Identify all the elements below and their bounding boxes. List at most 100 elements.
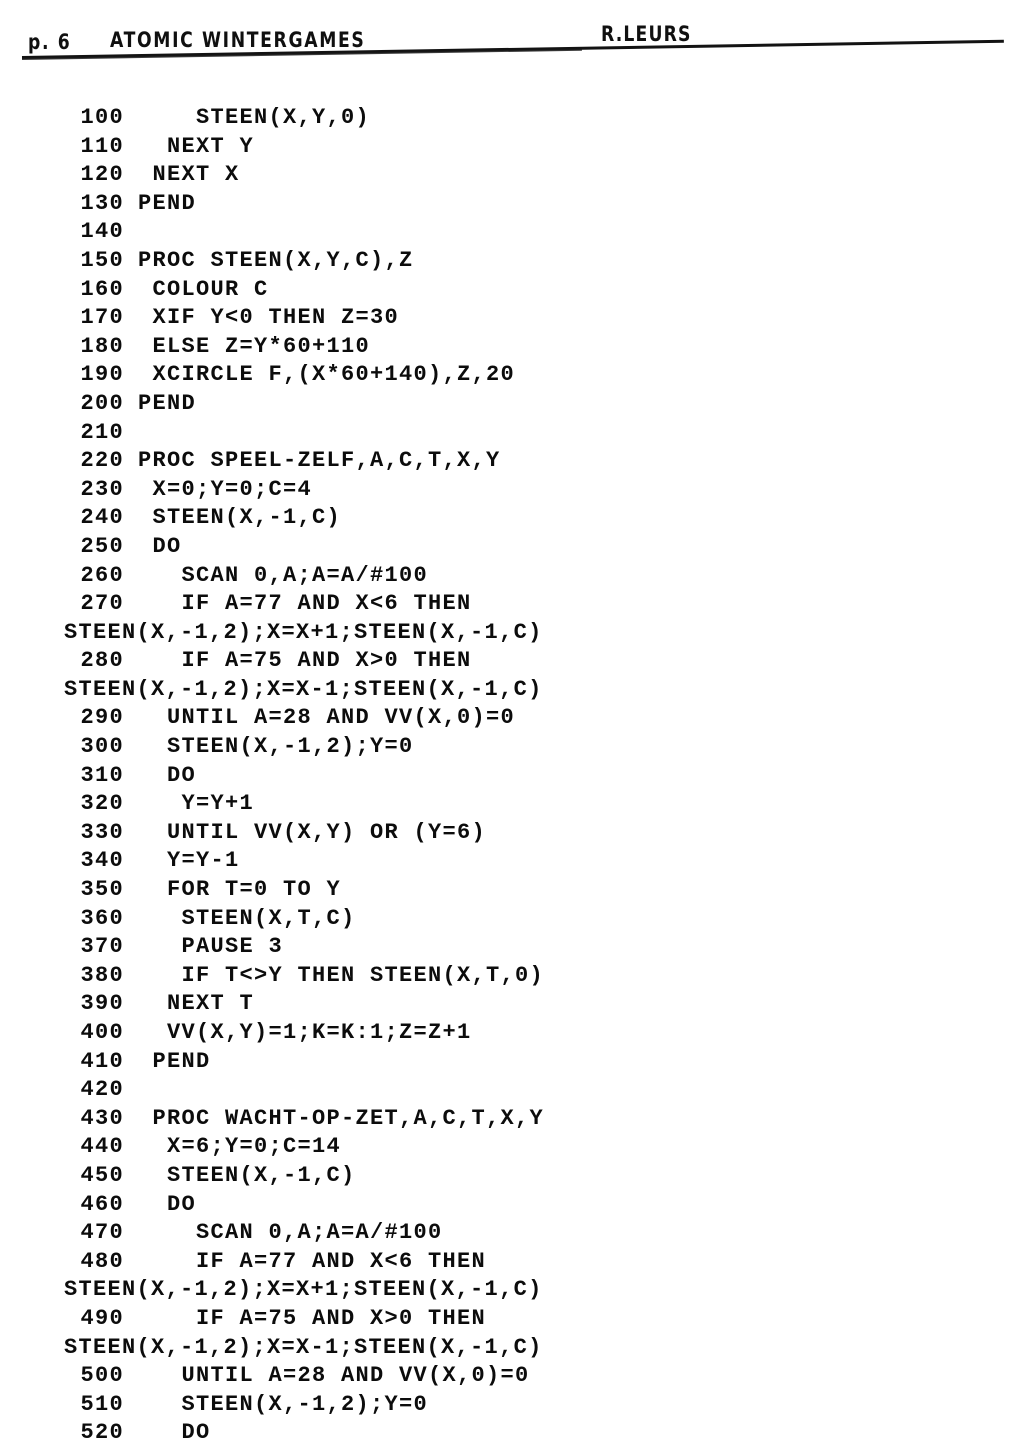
- code-line-number: 510: [80, 1391, 124, 1417]
- author-label: R.LEURS: [601, 22, 692, 46]
- code-line-text: DO: [138, 762, 197, 788]
- code-line: 100 STEEN(X,Y,0): [0, 104, 1020, 133]
- code-line-number: 160: [80, 276, 124, 302]
- code-line-text: UNTIL A=28 AND VV(X,0)=0: [138, 705, 516, 731]
- code-line-continuation: STEEN(X,-1,2);X=X-1;STEEN(X,-1,C): [0, 676, 1020, 705]
- code-line-text: VV(X,Y)=1;K=K:1;Z=Z+1: [138, 1020, 472, 1045]
- code-line-number: 340: [80, 848, 124, 874]
- code-line-number: 460: [80, 1191, 124, 1217]
- code-line-text: XIF Y<0 THEN Z=30: [138, 305, 400, 331]
- code-line: 250 DO: [0, 533, 1020, 562]
- code-line: 190 XCIRCLE F,(X*60+140),Z,20: [0, 361, 1020, 390]
- code-line-number: 140: [80, 219, 124, 245]
- code-line: 120 NEXT X: [0, 161, 1020, 190]
- code-line-number: 390: [80, 991, 124, 1017]
- code-line-number: 480: [80, 1248, 124, 1274]
- code-line: 150 PROC STEEN(X,Y,C),Z: [0, 247, 1020, 276]
- code-line-number: 260: [80, 562, 124, 588]
- code-line-text: SCAN 0,A;A=A/#100: [138, 562, 429, 588]
- page-number-label: p. 6: [28, 30, 72, 54]
- code-line-number: 400: [80, 1020, 124, 1045]
- code-line-number: 220: [80, 448, 124, 474]
- code-line-number: 440: [80, 1134, 124, 1160]
- code-line-number: 270: [80, 591, 124, 617]
- code-line: 500 UNTIL A=28 AND VV(X,0)=0: [0, 1362, 1020, 1391]
- code-line-text: IF A=77 AND X<6 THEN: [138, 1248, 487, 1274]
- code-listing: 100 STEEN(X,Y,0) 110 NEXT Y 120 NEXT X 130 P…: [0, 104, 1020, 1448]
- code-line: 220 PROC SPEEL-ZELF,A,C,T,X,Y: [0, 447, 1020, 476]
- code-line-number: 120: [80, 162, 124, 188]
- code-line: 470 SCAN 0,A;A=A/#100: [0, 1219, 1020, 1248]
- code-line: 140: [0, 218, 1020, 247]
- code-line-text: DO: [138, 1191, 197, 1217]
- code-line: 430 PROC WACHT-OP-ZET,A,C,T,X,Y: [0, 1105, 1020, 1134]
- code-line-text: IF A=75 AND X>0 THEN: [138, 1305, 487, 1331]
- code-line: 350 FOR T=0 TO Y: [0, 876, 1020, 905]
- code-line-text: NEXT X: [138, 162, 240, 188]
- code-line: 410 PEND: [0, 1048, 1020, 1077]
- code-line-number: 230: [80, 476, 124, 502]
- code-line-continuation: STEEN(X,-1,2);X=X+1;STEEN(X,-1,C): [0, 1276, 1020, 1305]
- code-line: 260 SCAN 0,A;A=A/#100: [0, 562, 1020, 591]
- code-line-text: FOR T=0 TO Y: [138, 877, 342, 903]
- code-line-text: STEEN(X,-1,2);X=X-1;STEEN(X,-1,C): [64, 676, 543, 702]
- code-line: 490 IF A=75 AND X>0 THEN: [0, 1305, 1020, 1334]
- code-line-text: X=0;Y=0;C=4: [138, 476, 313, 502]
- code-line-text: XCIRCLE F,(X*60+140),Z,20: [138, 362, 516, 388]
- code-line: 510 STEEN(X,-1,2);Y=0: [0, 1391, 1020, 1420]
- code-line-text: STEEN(X,-1,C): [138, 1162, 356, 1188]
- code-line: 440 X=6;Y=0;C=14: [0, 1133, 1020, 1162]
- code-line-number: 330: [80, 819, 124, 845]
- code-line-text: STEEN(X,Y,0): [138, 105, 371, 130]
- code-line-number: 350: [80, 877, 124, 903]
- code-line-number: 370: [80, 934, 124, 960]
- code-line-number: 180: [80, 333, 124, 359]
- code-line: 170 XIF Y<0 THEN Z=30: [0, 304, 1020, 333]
- code-line-text: DO: [138, 1420, 211, 1446]
- code-line-number: 280: [80, 648, 124, 674]
- code-line-text: PROC STEEN(X,Y,C),Z: [138, 247, 414, 273]
- code-line: 520 DO: [0, 1419, 1020, 1448]
- code-line-number: 210: [80, 419, 124, 445]
- code-line-text: PEND: [138, 1048, 211, 1074]
- code-line-text: UNTIL A=28 AND VV(X,0)=0: [138, 1363, 530, 1389]
- program-title: ATOMIC WINTERGAMES: [110, 28, 366, 52]
- code-line: 200 PEND: [0, 390, 1020, 419]
- code-line-text: IF A=77 AND X<6 THEN: [138, 591, 472, 617]
- code-line-text: Y=Y-1: [138, 848, 240, 874]
- code-line: 290 UNTIL A=28 AND VV(X,0)=0: [0, 704, 1020, 733]
- code-line-number: 420: [80, 1077, 124, 1103]
- code-line-number: 430: [80, 1105, 124, 1131]
- code-line: 360 STEEN(X,T,C): [0, 905, 1020, 934]
- code-line: 370 PAUSE 3: [0, 933, 1020, 962]
- code-line-text: ELSE Z=Y*60+110: [138, 333, 371, 359]
- code-line-text: STEEN(X,-1,2);X=X+1;STEEN(X,-1,C): [64, 619, 543, 645]
- code-line-continuation: STEEN(X,-1,2);X=X-1;STEEN(X,-1,C): [0, 1334, 1020, 1363]
- code-line: 300 STEEN(X,-1,2);Y=0: [0, 733, 1020, 762]
- code-line: 460 DO: [0, 1191, 1020, 1220]
- code-line-text: STEEN(X,-1,2);X=X+1;STEEN(X,-1,C): [64, 1277, 543, 1303]
- code-line-number: 490: [80, 1305, 124, 1331]
- code-line: 270 IF A=77 AND X<6 THEN: [0, 590, 1020, 619]
- code-line-text: Y=Y+1: [138, 791, 255, 817]
- code-line-number: 310: [80, 762, 124, 788]
- code-line: 320 Y=Y+1: [0, 790, 1020, 819]
- code-line-text: NEXT T: [138, 991, 255, 1017]
- code-line-text: STEEN(X,-1,2);X=X-1;STEEN(X,-1,C): [64, 1334, 543, 1360]
- code-line-text: STEEN(X,-1,2);Y=0: [138, 1391, 429, 1417]
- code-line-number: 290: [80, 705, 124, 731]
- code-line-text: IF T<>Y THEN STEEN(X,T,0): [138, 962, 545, 988]
- code-line: 130 PEND: [0, 190, 1020, 219]
- code-line-number: 450: [80, 1162, 124, 1188]
- code-line: 210: [0, 419, 1020, 448]
- code-line: 390 NEXT T: [0, 990, 1020, 1019]
- code-line-number: 110: [80, 133, 124, 159]
- code-line: 420: [0, 1076, 1020, 1105]
- code-line: 110 NEXT Y: [0, 133, 1020, 162]
- code-line-text: DO: [138, 533, 182, 559]
- code-line: 380 IF T<>Y THEN STEEN(X,T,0): [0, 962, 1020, 991]
- code-line: 180 ELSE Z=Y*60+110: [0, 333, 1020, 362]
- code-line-text: NEXT Y: [138, 133, 255, 159]
- code-line: 280 IF A=75 AND X>0 THEN: [0, 647, 1020, 676]
- code-line-number: 380: [80, 962, 124, 988]
